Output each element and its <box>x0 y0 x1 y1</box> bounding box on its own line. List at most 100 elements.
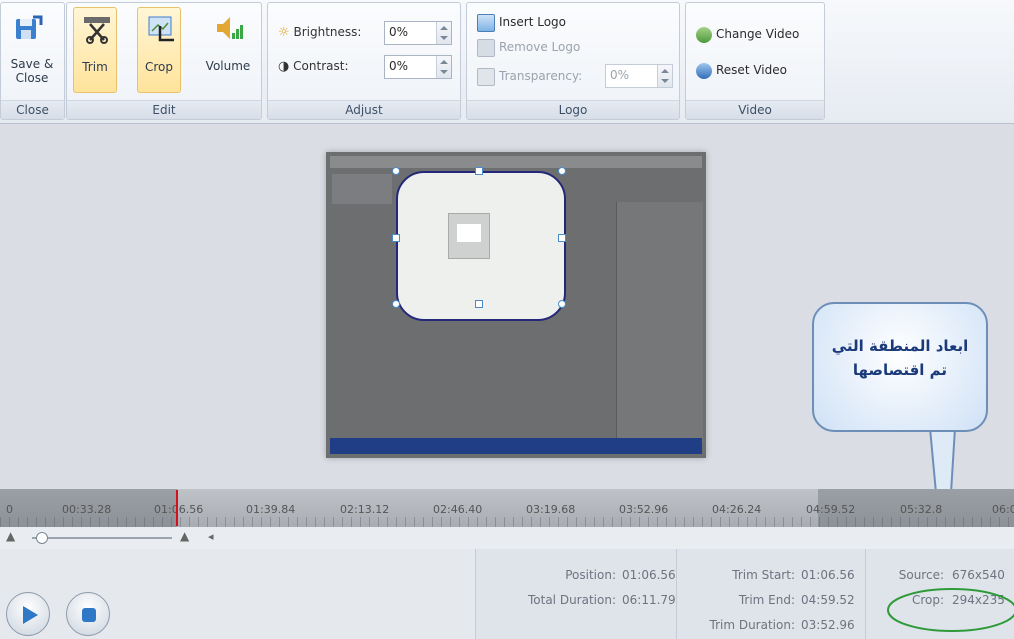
playhead[interactable] <box>176 490 178 526</box>
stop-button[interactable] <box>66 592 110 636</box>
trim-end-label: Trim End: <box>738 593 795 607</box>
close-group: Save & Close Close <box>0 2 65 120</box>
crop-handle-top[interactable] <box>475 167 483 175</box>
crop-button[interactable]: Crop <box>137 7 181 93</box>
crop-handle-top-right[interactable] <box>558 167 566 175</box>
change-video-label: Change Video <box>716 27 800 41</box>
volume-icon <box>217 17 243 39</box>
remove-logo-label: Remove Logo <box>499 40 581 54</box>
stop-icon <box>82 608 96 622</box>
crop-handle-right[interactable] <box>558 234 566 242</box>
crop-region[interactable] <box>396 171 566 321</box>
preview-toolbar-block <box>332 174 392 204</box>
preview-side-panel <box>616 202 703 442</box>
annotation-callout: ابعاد المنطقة التي تم اقتصاصها <box>812 302 988 432</box>
ribbon: Save & Close Close Trim Crop Volume Edit… <box>0 0 1014 124</box>
timeline-tick: 02:46.40 <box>433 503 483 516</box>
brightness-icon: ☼ <box>278 25 290 40</box>
dimensions-info-panel: Source: 676x540 Crop: 294x235 <box>865 549 1014 639</box>
brightness-spinner[interactable]: 0% <box>384 21 452 45</box>
position-label: Position: <box>565 568 616 582</box>
crop-icon <box>148 16 174 42</box>
zoom-in-icon[interactable]: ▲ <box>180 529 189 543</box>
trim-duration-label: Trim Duration: <box>709 618 796 632</box>
edit-group-title: Edit <box>67 100 261 119</box>
volume-label: Volume <box>205 59 251 73</box>
contrast-value: 0% <box>389 59 409 73</box>
transparency-spin-arrows[interactable] <box>657 65 672 87</box>
volume-button[interactable]: Volume <box>201 7 255 93</box>
timeline-tick: 06:0 <box>992 503 1014 516</box>
close-group-title: Close <box>1 100 64 119</box>
callout-line-2: تم اقتصاصها <box>852 361 948 379</box>
zoom-slider-track[interactable] <box>32 537 172 539</box>
crop-label: Crop <box>144 60 173 74</box>
trim-end-value: 04:59.52 <box>801 593 855 607</box>
transparency-icon <box>477 67 495 86</box>
contrast-icon: ◑ <box>278 59 290 74</box>
timeline-tick: 0 <box>6 503 13 516</box>
source-label: Source: <box>898 568 944 582</box>
crop-handle-bottom-right[interactable] <box>558 300 566 308</box>
total-duration-label: Total Duration: <box>527 593 616 607</box>
trim-button[interactable]: Trim <box>73 7 117 93</box>
trim-start-value: 01:06.56 <box>801 568 855 582</box>
play-icon <box>23 606 38 624</box>
zoom-out-icon[interactable]: ▲ <box>6 529 15 543</box>
contrast-spinner[interactable]: 0% <box>384 55 452 79</box>
insert-logo-label: Insert Logo <box>499 15 567 29</box>
save-icon <box>16 15 43 39</box>
edit-group: Trim Crop Volume Edit <box>66 2 262 120</box>
crop-handle-bottom[interactable] <box>475 300 483 308</box>
transparency-label: Transparency: <box>499 69 583 83</box>
transparency-spinner[interactable]: 0% <box>605 64 673 88</box>
brightness-spin-arrows[interactable] <box>436 22 451 44</box>
logo-group: Insert Logo Remove Logo Transparency: 0%… <box>466 2 680 120</box>
contrast-label: Contrast: <box>293 59 349 73</box>
contrast-spin-arrows[interactable] <box>436 56 451 78</box>
crop-inner-dialog <box>448 213 490 259</box>
video-group-title: Video <box>686 100 824 119</box>
brightness-row: ☼ Brightness: <box>278 21 361 43</box>
video-group: Change Video Reset Video Video <box>685 2 825 120</box>
change-video-button[interactable]: Change Video <box>696 23 799 45</box>
timeline-tick: 00:33.28 <box>62 503 112 516</box>
total-duration-value: 06:11.79 <box>622 593 676 607</box>
timeline-tick: 05:32.8 <box>900 503 943 516</box>
callout-line-1: ابعاد المنطقة التي <box>831 337 969 355</box>
timeline-tick: 03:52.96 <box>619 503 669 516</box>
reset-video-label: Reset Video <box>716 63 787 77</box>
trim-info-panel: Trim Start: 01:06.56 Trim End: 04:59.52 … <box>676 549 865 639</box>
position-info-panel: Position: 01:06.56 Total Duration: 06:11… <box>475 549 676 639</box>
crop-handle-top-left[interactable] <box>392 167 400 175</box>
crop-handle-bottom-left[interactable] <box>392 300 400 308</box>
insert-logo-button[interactable]: Insert Logo <box>477 11 566 33</box>
brightness-value: 0% <box>389 25 409 39</box>
insert-logo-icon <box>477 13 495 32</box>
trim-duration-value: 03:52.96 <box>801 618 855 632</box>
timeline-tick: 02:13.12 <box>340 503 390 516</box>
remove-logo-icon <box>477 38 495 57</box>
contrast-row: ◑ Contrast: <box>278 55 349 77</box>
reset-video-button[interactable]: Reset Video <box>696 59 787 81</box>
reset-video-icon <box>696 62 712 79</box>
transparency-value: 0% <box>610 68 630 82</box>
timeline-tick: 04:59.52 <box>806 503 856 516</box>
crop-inner-dialog-face <box>457 224 481 242</box>
play-button[interactable] <box>6 592 50 636</box>
crop-handle-left[interactable] <box>392 234 400 242</box>
preview-menubar <box>330 156 702 168</box>
scroll-left-icon[interactable]: ◂ <box>208 530 214 543</box>
timeline-tick: 04:26.24 <box>712 503 762 516</box>
crop-size-value: 294x235 <box>952 593 1005 607</box>
save-close-button[interactable]: Save & Close <box>3 7 61 93</box>
change-video-icon <box>696 26 712 43</box>
remove-logo-button[interactable]: Remove Logo <box>477 36 580 58</box>
timeline-tick: 03:19.68 <box>526 503 576 516</box>
zoom-slider-thumb[interactable] <box>36 532 48 544</box>
position-value: 01:06.56 <box>622 568 676 582</box>
adjust-group-title: Adjust <box>268 100 460 119</box>
trim-start-label: Trim Start: <box>732 568 795 582</box>
crop-size-label: Crop: <box>911 593 944 607</box>
logo-group-title: Logo <box>467 100 679 119</box>
